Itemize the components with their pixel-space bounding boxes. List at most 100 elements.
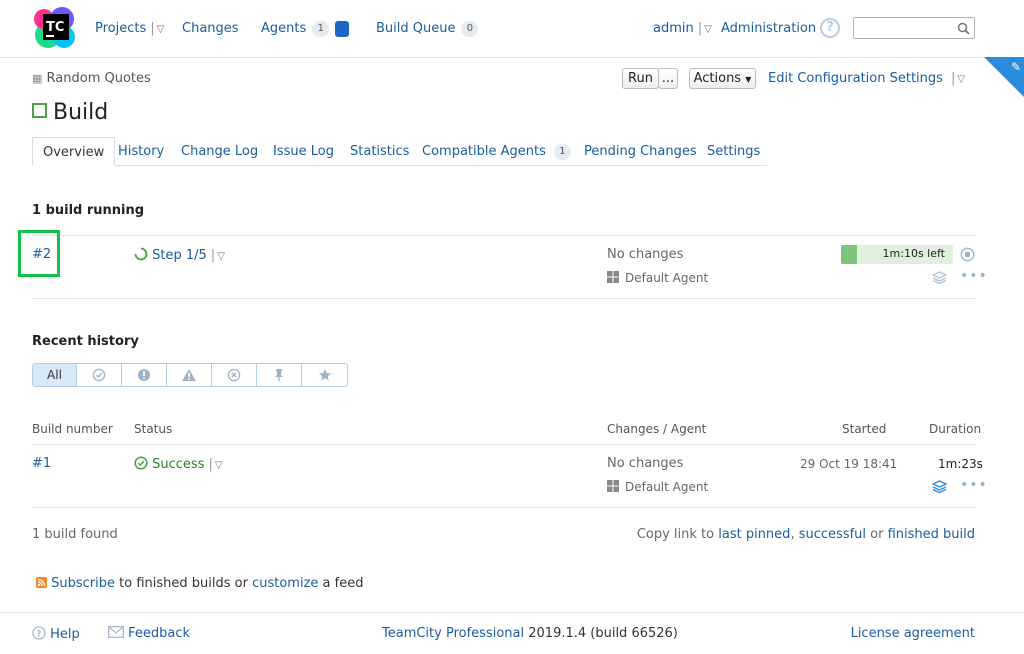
- footer-feedback-label: Feedback: [128, 626, 191, 641]
- more-options-icon[interactable]: •••: [960, 268, 988, 284]
- column-header-changes-agent: Changes / Agent: [607, 422, 707, 436]
- more-options-icon[interactable]: •••: [960, 477, 988, 493]
- filter-cancelled-icon[interactable]: [212, 364, 257, 386]
- tab-history[interactable]: History: [118, 137, 164, 166]
- column-header-started[interactable]: Started: [842, 422, 886, 436]
- agents-label: Agents: [261, 21, 307, 36]
- agent-status-icon[interactable]: [335, 21, 349, 37]
- divider: [32, 444, 975, 445]
- tab-change-log[interactable]: Change Log: [181, 137, 258, 166]
- search-input[interactable]: [853, 17, 975, 39]
- chevron-down-icon[interactable]: ▽: [215, 460, 223, 471]
- successful-link[interactable]: successful: [799, 527, 866, 542]
- history-build-number-link[interactable]: #1: [32, 456, 51, 471]
- history-changes[interactable]: No changes: [607, 456, 683, 471]
- history-filter-bar: All: [32, 363, 348, 387]
- project-grid-icon: ▦: [32, 72, 43, 85]
- highlight-box: [18, 230, 60, 277]
- history-status-label[interactable]: Success: [152, 457, 204, 472]
- running-step-label[interactable]: Step 1/5: [152, 248, 207, 263]
- customize-link[interactable]: customize: [252, 576, 318, 591]
- license-agreement-link[interactable]: License agreement: [851, 626, 975, 641]
- svg-text:?: ?: [36, 630, 41, 640]
- agents-count-badge: 1: [312, 21, 330, 37]
- page-title-text: Build: [53, 100, 109, 125]
- filter-favorite-icon[interactable]: [302, 364, 347, 386]
- footer-feedback-link[interactable]: Feedback: [108, 626, 190, 641]
- user-menu[interactable]: admin | ▽: [653, 21, 712, 36]
- history-agent[interactable]: Default Agent: [607, 480, 708, 494]
- builds-found-count: 1 build found: [32, 527, 118, 542]
- filter-success-icon[interactable]: [77, 364, 122, 386]
- running-changes[interactable]: No changes: [607, 247, 683, 262]
- rss-icon[interactable]: [36, 577, 47, 588]
- chevron-down-icon[interactable]: ▽: [957, 74, 965, 85]
- history-agent-name: Default Agent: [625, 480, 709, 494]
- last-pinned-link[interactable]: last pinned: [718, 527, 790, 542]
- changes-link[interactable]: Changes: [182, 21, 239, 36]
- recent-history-title: Recent history: [32, 334, 139, 349]
- running-agent-name: Default Agent: [625, 271, 709, 285]
- tab-statistics[interactable]: Statistics: [350, 137, 409, 166]
- administration-link[interactable]: Administration: [721, 21, 816, 36]
- user-name: admin: [653, 21, 694, 36]
- running-build-step[interactable]: Step 1/5 | ▽: [134, 247, 225, 263]
- chevron-down-icon[interactable]: ▽: [157, 24, 165, 35]
- help-icon: ?: [32, 626, 46, 640]
- divider: [32, 235, 975, 236]
- tab-compatible-agents[interactable]: Compatible Agents 1: [422, 137, 571, 166]
- feed-text: to finished builds or: [119, 576, 248, 591]
- layers-icon[interactable]: [931, 270, 948, 289]
- tab-issue-log[interactable]: Issue Log: [273, 137, 334, 166]
- envelope-icon: [108, 626, 124, 638]
- finished-build-link[interactable]: finished build: [888, 527, 975, 542]
- windows-icon: [607, 271, 619, 283]
- chevron-down-icon[interactable]: ▽: [704, 24, 712, 35]
- search-field[interactable]: [857, 18, 957, 38]
- running-agent[interactable]: Default Agent: [607, 271, 708, 285]
- success-icon: [134, 456, 148, 470]
- build-queue-link[interactable]: Build Queue 0: [376, 21, 479, 37]
- column-header-duration[interactable]: Duration: [929, 422, 981, 436]
- layers-icon[interactable]: [931, 479, 948, 498]
- filter-all-button[interactable]: All: [33, 364, 77, 386]
- history-build-status[interactable]: Success | ▽: [134, 456, 223, 472]
- edit-configuration-label: Edit Configuration Settings: [768, 71, 943, 86]
- copy-link-prefix: Copy link to: [636, 527, 715, 542]
- actions-button[interactable]: Actions ▼: [689, 68, 756, 89]
- filter-warning-icon[interactable]: [167, 364, 212, 386]
- divider: [32, 298, 975, 299]
- build-queue-count-badge: 0: [461, 21, 479, 37]
- run-options-button[interactable]: ...: [658, 68, 678, 89]
- edit-configuration-link[interactable]: Edit Configuration Settings | ▽: [768, 71, 965, 86]
- projects-menu[interactable]: Projects | ▽: [95, 21, 164, 36]
- history-started: 29 Oct 19 18:41: [800, 457, 898, 471]
- stop-build-icon[interactable]: [960, 247, 975, 266]
- column-header-build-number: Build number: [32, 422, 113, 436]
- tab-settings[interactable]: Settings: [707, 137, 760, 166]
- filter-failed-icon[interactable]: [122, 364, 167, 386]
- pin-icon[interactable]: ✎: [1011, 60, 1021, 74]
- search-icon[interactable]: [957, 22, 970, 35]
- run-button[interactable]: Run: [622, 68, 659, 89]
- copy-link-row: Copy link to last pinned, successful or …: [637, 527, 975, 542]
- chevron-down-icon[interactable]: ▽: [217, 251, 225, 262]
- tab-overview[interactable]: Overview: [32, 137, 116, 166]
- spinner-icon: [134, 247, 148, 261]
- subscribe-link[interactable]: Subscribe: [51, 576, 115, 591]
- build-progress-bar[interactable]: 1m:10s left: [841, 245, 953, 264]
- footer-product-info: TeamCity Professional 2019.1.4 (build 66…: [382, 626, 678, 641]
- time-left: 1m:10s left: [882, 247, 945, 260]
- breadcrumb-project-link[interactable]: Random Quotes: [47, 71, 151, 86]
- agents-link[interactable]: Agents 1: [261, 21, 330, 37]
- teamcity-logo[interactable]: TC: [34, 7, 76, 49]
- filter-pinned-icon[interactable]: [257, 364, 302, 386]
- help-icon[interactable]: ?: [820, 18, 840, 38]
- footer-divider: [0, 612, 1024, 613]
- footer-product-link[interactable]: TeamCity Professional: [382, 626, 524, 641]
- footer-version: 2019.1.4 (build 66526): [528, 626, 678, 641]
- build-config-icon: [32, 103, 47, 118]
- projects-label: Projects: [95, 21, 147, 36]
- tab-pending-changes[interactable]: Pending Changes: [584, 137, 697, 166]
- footer-help-link[interactable]: ? Help: [32, 626, 80, 642]
